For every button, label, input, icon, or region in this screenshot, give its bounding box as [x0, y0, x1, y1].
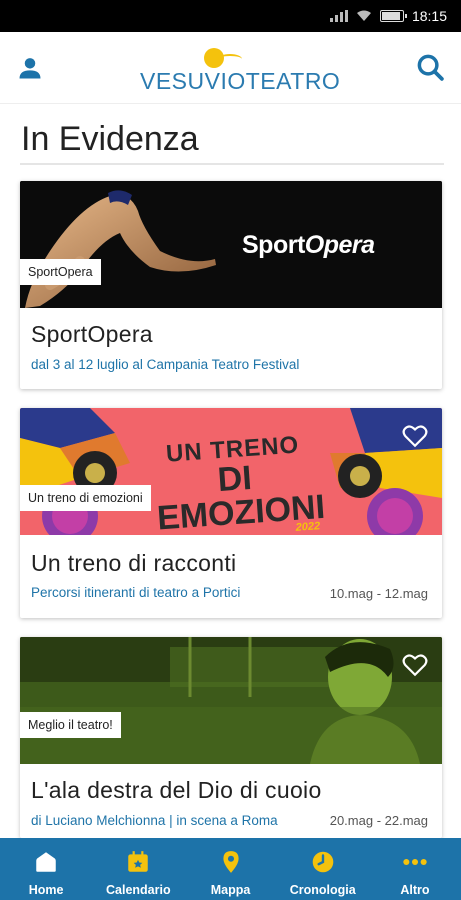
calendar-icon [128, 851, 149, 872]
event-card[interactable]: SportOpera SportOpera SportOpera dal 3 a… [20, 181, 442, 389]
category-tag: Meglio il teatro! [20, 712, 121, 738]
event-title: L'ala destra del Dio di cuoio [31, 777, 322, 803]
event-image: SportOpera [20, 181, 442, 308]
event-dates: 20.mag - 22.mag [329, 813, 428, 828]
portrait-photo [20, 637, 442, 764]
app-header: VESUVIOTEATRO [0, 32, 461, 104]
nav-label: Calendario [106, 883, 171, 897]
home-icon [36, 852, 56, 872]
image-caption: SportOpera [242, 231, 375, 259]
gymnast-illustration [20, 181, 442, 308]
title-divider [20, 163, 444, 165]
event-title: SportOpera [31, 321, 153, 347]
event-subtitle: di Luciano Melchionna | in scena a Roma [31, 813, 278, 828]
battery-icon [379, 10, 407, 22]
logo-text: VESUVIOTEATRO [140, 68, 341, 94]
section-title: In Evidenza [21, 120, 199, 158]
clock-icon [312, 851, 333, 873]
user-icon[interactable] [16, 54, 44, 82]
heart-icon[interactable] [402, 424, 428, 448]
category-tag: Un treno di emozioni [20, 485, 151, 511]
image-caption: UN TRENO DI EMOZIONI 2022 [155, 431, 327, 535]
nav-item-home[interactable]: Home [0, 838, 92, 900]
nav-item-calendario[interactable]: Calendario [92, 838, 184, 900]
event-dates: 10.mag - 12.mag [329, 586, 428, 601]
event-title: Un treno di racconti [31, 550, 237, 576]
nav-item-altro[interactable]: Altro [369, 838, 461, 900]
status-time: 18:15 [411, 8, 447, 24]
status-bar: 18:15 [0, 0, 461, 32]
event-image [20, 637, 442, 764]
more-icon [403, 858, 427, 866]
search-icon[interactable] [415, 52, 445, 82]
event-subtitle: Percorsi itineranti di teatro a Portici [31, 585, 241, 600]
nav-item-cronologia[interactable]: Cronologia [277, 838, 369, 900]
event-image: UN TRENO DI EMOZIONI 2022 [20, 408, 442, 535]
wifi-icon [356, 10, 371, 21]
event-card[interactable]: Meglio il teatro! L'ala destra del Dio d… [20, 637, 442, 838]
nav-label: Home [28, 883, 64, 897]
nav-item-mappa[interactable]: Mappa [184, 838, 276, 900]
signal-icon [329, 10, 348, 22]
nav-label: Cronologia [289, 883, 356, 897]
event-card[interactable]: UN TRENO DI EMOZIONI 2022 Un treno di em… [20, 408, 442, 618]
map-pin-icon [222, 851, 239, 873]
event-subtitle: dal 3 al 12 luglio al Campania Teatro Fe… [31, 357, 300, 372]
nav-label: Mappa [210, 883, 251, 897]
nav-label: Altro [400, 883, 430, 897]
app-logo[interactable]: VESUVIOTEATRO [140, 46, 340, 96]
heart-icon[interactable] [402, 653, 428, 677]
category-tag: SportOpera [20, 259, 101, 285]
bottom-nav: Home Calendario Mappa Cronologia Altro [0, 838, 461, 900]
